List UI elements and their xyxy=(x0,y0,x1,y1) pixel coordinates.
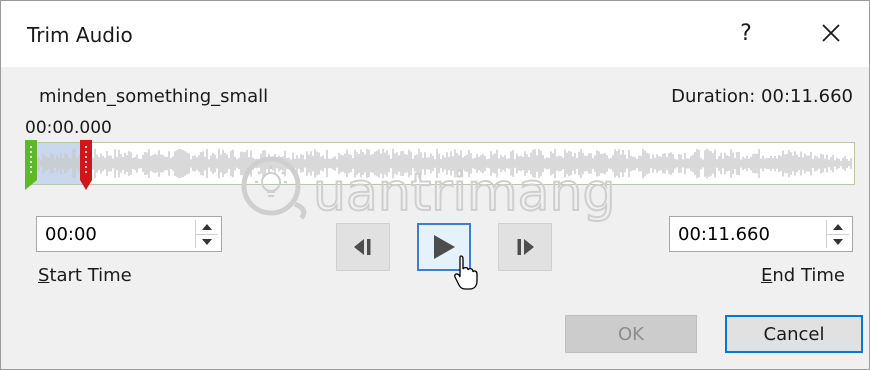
end-time-input[interactable] xyxy=(670,217,826,251)
start-trim-marker[interactable] xyxy=(25,140,37,190)
end-time-increase-button[interactable] xyxy=(827,220,849,234)
spin-up-icon xyxy=(833,224,843,230)
spin-down-icon xyxy=(202,239,212,245)
close-button[interactable] xyxy=(813,15,849,51)
spin-down-icon xyxy=(833,239,843,245)
mouse-pointer xyxy=(453,255,479,295)
waveform-bars xyxy=(28,148,852,179)
start-time-increase-button[interactable] xyxy=(196,220,218,234)
cancel-button[interactable]: Cancel xyxy=(725,315,863,353)
help-icon: ? xyxy=(740,20,752,46)
end-time-spin-buttons xyxy=(826,220,849,248)
waveform xyxy=(28,148,852,179)
previous-frame-button[interactable] xyxy=(336,223,390,271)
start-time-spinner xyxy=(36,216,222,252)
audio-file-name: minden_something_small xyxy=(39,86,269,107)
help-button[interactable]: ? xyxy=(729,15,763,51)
end-time-access-key: E xyxy=(761,265,773,286)
waveform-track[interactable] xyxy=(26,142,855,185)
start-time-label: Start Time xyxy=(38,265,132,286)
previous-frame-icon xyxy=(354,239,371,255)
title-bar: Trim Audio ? xyxy=(1,1,869,67)
start-time-decrease-button[interactable] xyxy=(196,234,218,249)
duration-label: Duration: 00:11.660 xyxy=(671,86,853,107)
start-time-label-text: tart Time xyxy=(49,265,132,286)
end-time-label: End Time xyxy=(761,265,845,286)
close-icon xyxy=(822,24,840,42)
pointer-cursor-icon xyxy=(454,255,478,290)
end-time-decrease-button[interactable] xyxy=(827,234,849,249)
end-marker-icon xyxy=(80,140,92,190)
next-frame-icon xyxy=(517,239,534,255)
end-time-label-text: nd Time xyxy=(772,265,845,286)
spin-up-icon xyxy=(202,224,212,230)
dialog-title: Trim Audio xyxy=(27,23,133,47)
trim-audio-dialog: Trim Audio ? minden_something_small Dura… xyxy=(0,0,870,370)
start-marker-icon xyxy=(25,140,37,190)
next-frame-button[interactable] xyxy=(498,223,552,271)
end-time-spinner xyxy=(669,216,853,252)
start-time-access-key: S xyxy=(38,265,50,286)
start-time-spin-buttons xyxy=(195,220,218,248)
start-time-input[interactable] xyxy=(37,217,193,251)
current-time-readout: 00:00.000 xyxy=(25,118,112,138)
end-trim-marker[interactable] xyxy=(80,140,92,190)
ok-button[interactable]: OK xyxy=(565,315,697,353)
